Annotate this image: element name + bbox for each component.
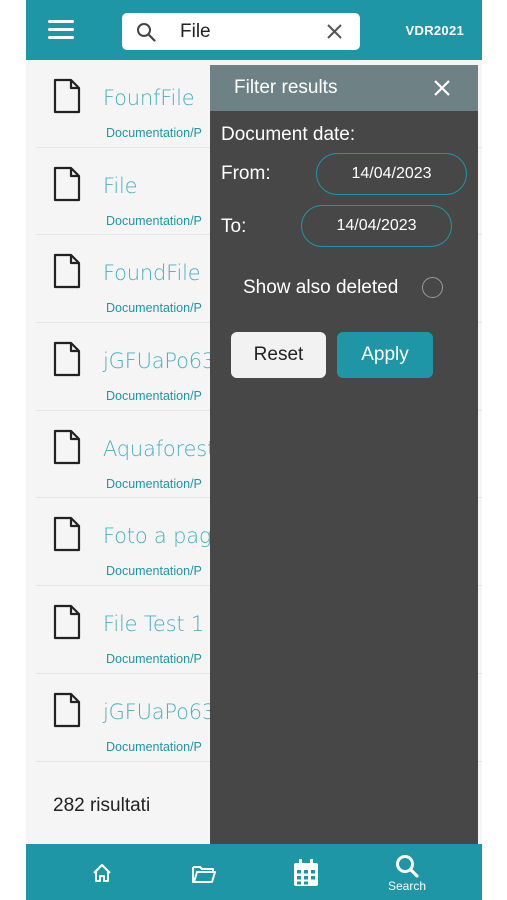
show-deleted-label: Show also deleted [243, 277, 399, 298]
file-title: jGFUaPo63 [103, 699, 216, 724]
home-icon [93, 864, 111, 882]
document-icon [53, 78, 81, 114]
search-input[interactable] [180, 19, 310, 44]
search-tab-icon [396, 855, 419, 878]
file-path: Documentation/P [106, 126, 202, 140]
file-title: FounfFile [103, 86, 195, 110]
file-path: Documentation/P [106, 739, 202, 754]
file-title: File [103, 173, 138, 198]
to-label: To: [221, 216, 247, 237]
tab-folders[interactable] [174, 844, 234, 900]
file-path: Documentation/P [106, 652, 202, 667]
folder-icon [192, 866, 216, 883]
show-deleted-radio[interactable] [422, 277, 443, 298]
brand-label: VDR2021 [405, 23, 464, 38]
filter-panel: Filter results Document date: From: 14/0… [210, 65, 478, 845]
app-screen: VDR2021 FounfFile Documentation/P File D… [26, 0, 482, 900]
file-title: Aquaforest [103, 436, 216, 461]
tab-home[interactable] [72, 844, 132, 900]
document-date-label: Document date: [221, 124, 356, 145]
document-icon [53, 692, 81, 727]
file-path: Documentation/P [106, 301, 202, 316]
from-label: From: [221, 163, 271, 184]
from-date-field[interactable]: 14/04/2023 [316, 153, 467, 195]
results-count: 282 risultati [53, 795, 151, 816]
file-title: jGFUaPo63 [103, 349, 216, 374]
file-path: Documentation/P [106, 213, 202, 228]
document-icon [53, 605, 81, 640]
filter-panel-header: Filter results [210, 65, 478, 111]
filter-panel-title: Filter results [234, 77, 338, 98]
document-icon [53, 166, 81, 201]
search-box [122, 13, 360, 50]
hamburger-menu-icon[interactable] [48, 20, 74, 42]
search-icon [137, 23, 156, 42]
tab-search[interactable]: Search [377, 844, 437, 900]
file-path: Documentation/P [106, 476, 202, 491]
clear-search-icon[interactable] [326, 23, 343, 40]
close-icon[interactable] [433, 79, 451, 97]
file-title: FoundFile [103, 261, 201, 286]
to-date-field[interactable]: 14/04/2023 [301, 205, 452, 247]
tab-search-label: Search [387, 879, 427, 893]
file-title: File Test 1 [103, 612, 205, 637]
document-icon [53, 429, 81, 464]
apply-button[interactable]: Apply [337, 332, 433, 378]
document-icon [53, 341, 81, 377]
document-icon [53, 254, 81, 289]
bottom-tab-bar: Search [26, 844, 482, 900]
file-path: Documentation/P [106, 564, 202, 579]
reset-button[interactable]: Reset [231, 332, 326, 378]
file-path: Documentation/P [106, 389, 202, 404]
top-bar: VDR2021 [26, 0, 482, 60]
document-icon [53, 517, 81, 552]
tab-calendar[interactable] [276, 844, 336, 900]
calendar-icon [294, 859, 318, 886]
